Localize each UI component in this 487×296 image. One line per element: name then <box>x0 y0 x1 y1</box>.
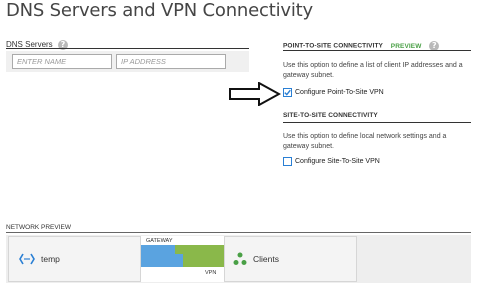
clients-label: Clients <box>253 254 279 264</box>
clients-icon <box>233 252 247 266</box>
vpn-label: VPN <box>205 270 217 276</box>
s2s-heading: SITE-TO-SITE CONNECTIVITY <box>283 112 378 119</box>
p2s-divider <box>283 50 471 51</box>
gateway-bar-green <box>183 245 224 267</box>
p2s-description: Use this option to define a list of clie… <box>283 62 463 79</box>
network-preview-label: NETWORK PREVIEW <box>6 224 72 231</box>
checkmark-icon <box>284 89 291 96</box>
dns-name-input[interactable] <box>12 54 112 69</box>
s2s-divider <box>283 122 471 123</box>
s2s-checkbox-row[interactable]: Configure Site-To-Site VPN <box>283 157 380 166</box>
vnet-name: temp <box>41 254 60 264</box>
page-title: DNS Servers and VPN Connectivity <box>6 0 313 21</box>
dns-divider <box>6 48 249 49</box>
p2s-checkbox-row[interactable]: Configure Point-To-Site VPN <box>283 88 384 97</box>
virtual-network-icon <box>19 253 35 265</box>
preview-badge: PREVIEW <box>390 42 422 50</box>
clients-node: Clients <box>224 236 357 282</box>
vnet-node: temp <box>8 236 141 282</box>
gateway-bar-blue <box>141 245 175 267</box>
network-preview-divider <box>6 232 471 233</box>
gateway-bar-green-step <box>175 245 183 254</box>
dns-ip-input[interactable] <box>116 54 226 69</box>
s2s-checkbox[interactable] <box>283 157 292 166</box>
right-arrow-annotation-icon <box>229 82 281 106</box>
p2s-checkbox[interactable] <box>283 88 292 97</box>
p2s-checkbox-label: Configure Point-To-Site VPN <box>295 89 384 96</box>
s2s-description: Use this option to define local network … <box>283 133 447 150</box>
s2s-checkbox-label: Configure Site-To-Site VPN <box>295 158 380 165</box>
gateway-label: GATEWAY <box>146 238 173 244</box>
gateway-bar-blue-step <box>175 254 183 267</box>
s2s-heading-text: SITE-TO-SITE CONNECTIVITY <box>283 112 378 119</box>
p2s-heading-text: POINT-TO-SITE CONNECTIVITY <box>283 42 383 50</box>
